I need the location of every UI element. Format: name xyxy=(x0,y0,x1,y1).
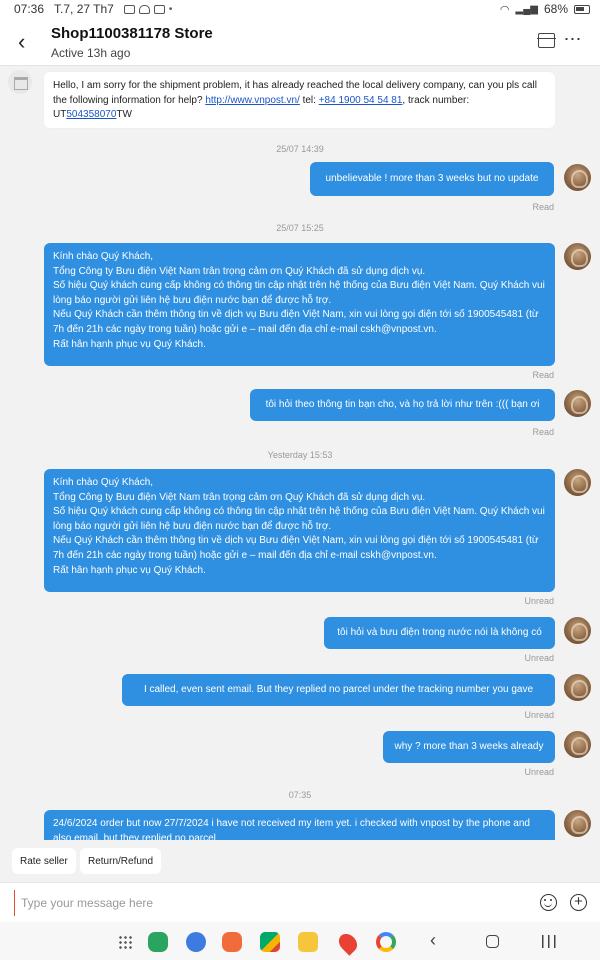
add-attachment-icon[interactable]: + xyxy=(570,894,587,911)
outgoing-message[interactable]: I called, even sent email. But they repl… xyxy=(122,674,555,706)
battery-icon xyxy=(574,4,590,14)
mail-icon xyxy=(153,4,165,14)
message-composer: + xyxy=(0,882,600,922)
status-time: 07:36 xyxy=(14,2,45,16)
unread-receipt: Unread xyxy=(524,653,554,663)
unread-receipt: Unread xyxy=(524,767,554,777)
user-avatar[interactable] xyxy=(564,243,591,270)
cloud-icon xyxy=(138,4,150,14)
files-app-icon[interactable] xyxy=(298,932,318,952)
user-avatar[interactable] xyxy=(564,674,591,701)
shop-name[interactable]: Shop1100381178 Store xyxy=(51,25,213,42)
user-avatar[interactable] xyxy=(564,810,591,837)
rate-seller-chip[interactable]: Rate seller xyxy=(12,848,76,874)
user-avatar[interactable] xyxy=(564,617,591,644)
user-avatar[interactable] xyxy=(564,390,591,417)
status-bar: 07:36 T.7, 27 Th7 • ◠ ▂▄▆ 68% xyxy=(0,0,600,18)
user-avatar[interactable] xyxy=(564,164,591,191)
more-options-icon[interactable]: ⋯ xyxy=(562,30,584,50)
battery-level: 68% xyxy=(543,2,568,16)
incoming-message[interactable]: Hello, I am sorry for the shipment probl… xyxy=(44,72,555,128)
unread-receipt: Unread xyxy=(524,710,554,720)
gallery-icon xyxy=(123,4,135,14)
outgoing-message[interactable]: tôi hỏi và bưu điện trong nước nói là kh… xyxy=(324,617,555,649)
timestamp: 25/07 14:39 xyxy=(276,144,324,154)
user-avatar[interactable] xyxy=(564,469,591,496)
dot-icon: • xyxy=(168,3,173,15)
phone-link[interactable]: +84 1900 54 54 81 xyxy=(319,95,403,106)
chat-header: ‹ Shop1100381178 Store Active 13h ago ⋯ xyxy=(0,18,600,66)
meet-app-icon[interactable] xyxy=(260,932,280,952)
vnpost-link[interactable]: http://www.vnpost.vn/ xyxy=(205,95,300,106)
nav-recents-icon[interactable] xyxy=(542,935,556,948)
timestamp: 25/07 15:25 xyxy=(276,223,324,233)
status-date: T.7, 27 Th7 xyxy=(54,2,114,16)
navigation-bar: ‹ xyxy=(0,922,600,960)
quick-replies: Rate seller Return/Refund xyxy=(0,840,600,882)
nav-home-icon[interactable] xyxy=(486,935,499,948)
outgoing-message[interactable]: Kính chào Quý Khách, Tổng Công ty Bưu đi… xyxy=(44,243,555,366)
timestamp: Yesterday 15:53 xyxy=(267,450,333,460)
read-receipt: Read xyxy=(532,202,554,212)
outgoing-message[interactable]: unbelievable ! more than 3 weeks but no … xyxy=(310,162,554,196)
store-icon[interactable] xyxy=(537,33,556,48)
tracking-number-link[interactable]: 504358070 xyxy=(66,109,116,120)
outgoing-message[interactable]: 24/6/2024 order but now 27/7/2024 i have… xyxy=(44,810,555,840)
app-drawer-icon[interactable] xyxy=(118,935,132,949)
return-refund-chip[interactable]: Return/Refund xyxy=(80,848,162,874)
google-app-icon[interactable] xyxy=(376,932,396,952)
outgoing-message[interactable]: Kính chào Quý Khách, Tổng Công ty Bưu đi… xyxy=(44,469,555,592)
nav-back-icon[interactable]: ‹ xyxy=(430,930,436,951)
messages-app-icon[interactable] xyxy=(186,932,206,952)
shop-avatar[interactable] xyxy=(8,70,32,94)
unread-receipt: Unread xyxy=(524,596,554,606)
contacts-app-icon[interactable] xyxy=(222,932,242,952)
back-arrow-icon[interactable]: ‹ xyxy=(18,30,38,54)
read-receipt: Read xyxy=(532,370,554,380)
message-input[interactable] xyxy=(14,890,526,916)
outgoing-message[interactable]: why ? more than 3 weeks already xyxy=(383,731,555,763)
phone-app-icon[interactable] xyxy=(148,932,168,952)
shop-active-status: Active 13h ago xyxy=(51,46,131,60)
maps-app-icon[interactable] xyxy=(335,930,361,956)
signal-icon: ▂▄▆ xyxy=(515,3,538,15)
user-avatar[interactable] xyxy=(564,731,591,758)
read-receipt: Read xyxy=(532,427,554,437)
outgoing-message[interactable]: tôi hỏi theo thông tin bạn cho, và họ tr… xyxy=(250,389,555,421)
emoji-icon[interactable] xyxy=(540,894,557,911)
wifi-icon: ◠ xyxy=(499,3,510,16)
timestamp: 07:35 xyxy=(288,790,312,800)
chat-thread[interactable]: Hello, I am sorry for the shipment probl… xyxy=(0,66,600,840)
